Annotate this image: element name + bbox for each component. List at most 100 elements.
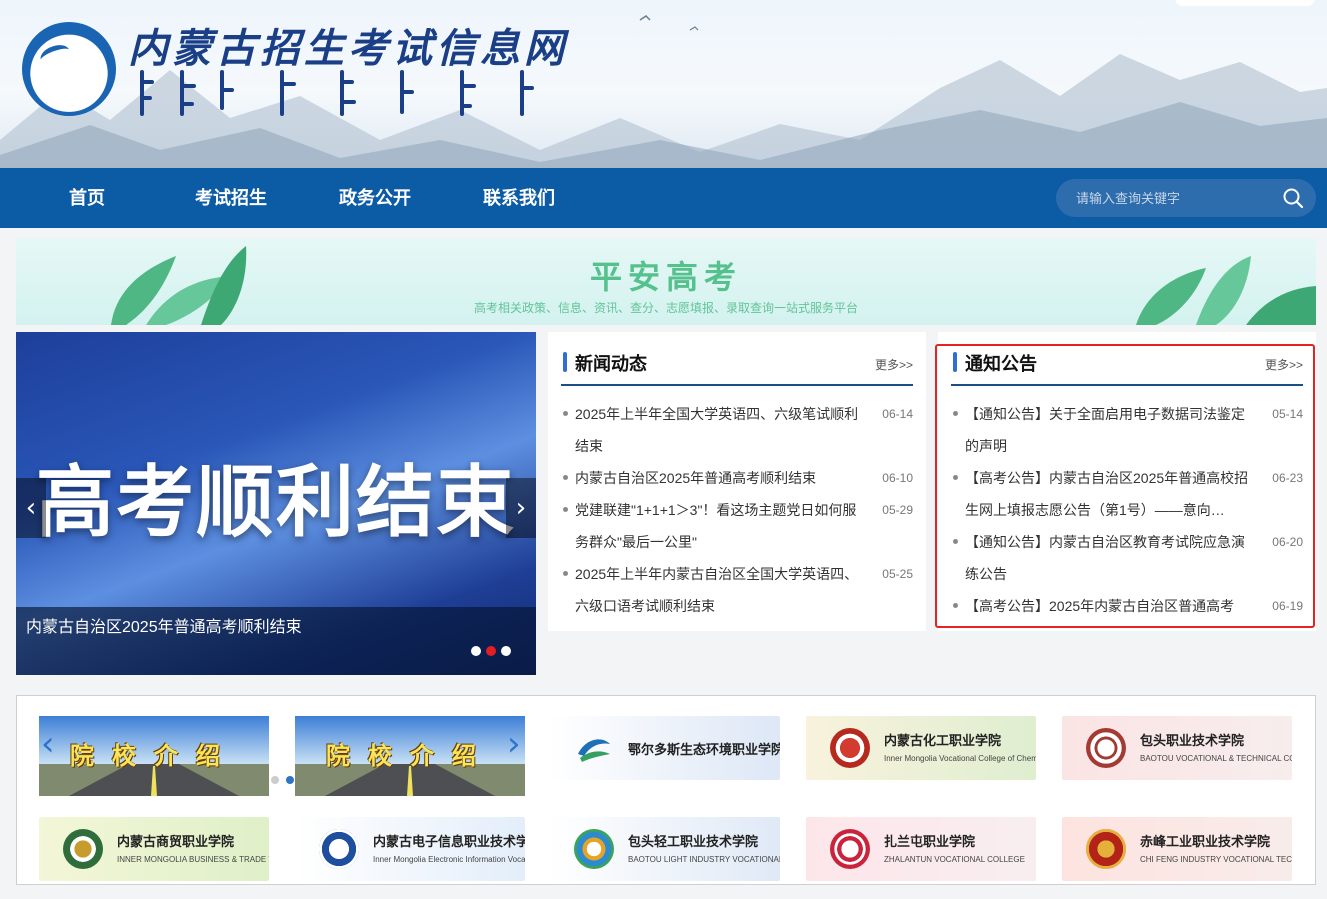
zhalantun-college-emblem-icon xyxy=(830,829,870,869)
site-title: 内蒙古招生考试信息网 xyxy=(128,25,568,72)
nav-item-contact-us[interactable]: 联系我们 xyxy=(483,168,555,228)
main-nav: 首页 考试招生 政务公开 联系我们 xyxy=(0,168,1327,228)
exam-authority-logo-icon[interactable] xyxy=(22,22,116,116)
college-name: 包头轻工职业技术学院 xyxy=(628,834,759,849)
college-intro-image[interactable]: 院校介绍 xyxy=(39,716,269,796)
notice-panel-header: 通知公告 更多>> xyxy=(951,344,1303,386)
light-industry-college-emblem-icon xyxy=(574,829,614,869)
news-panel-title: 新闻动态 xyxy=(575,354,647,374)
news-item-title[interactable]: 党建联建"1+1+1＞3"！看这场主题党日如何服务群众"最后一公里" xyxy=(575,494,863,558)
search-icon[interactable] xyxy=(1282,187,1304,209)
baotou-college-emblem-icon xyxy=(1086,728,1126,768)
news-item-title[interactable]: 内蒙古自治区2025年普通高考顺利结束 xyxy=(575,462,863,494)
slider-next-button[interactable]: › xyxy=(506,478,536,538)
college-intro-label: 院校介绍 xyxy=(70,744,238,770)
college-intro-label: 院校介绍 xyxy=(326,744,494,770)
college-name: 内蒙古电子信息职业技术学院 xyxy=(373,834,525,849)
slide-caption-bar: 内蒙古自治区2025年普通高考顺利结束 xyxy=(16,607,536,675)
college-card-baotou[interactable]: 包头职业技术学院 BAOTOU VOCATIONAL & TECHNICAL C… xyxy=(1062,716,1292,780)
slider-dot-3[interactable] xyxy=(501,646,511,656)
news-item-title[interactable]: 2025年上半年内蒙古自治区全国大学英语四、六级口语考试顺利结束 xyxy=(575,558,863,622)
college-subtitle: BAOTOU LIGHT INDUSTRY VOCATIONAL TECHNIC… xyxy=(628,855,780,864)
list-item[interactable]: 2025年上半年全国大学英语四、六级笔试顺利结束 06-14 xyxy=(561,398,913,462)
notice-item-date: 06-20 xyxy=(1272,535,1303,549)
college-subtitle: Inner Mongolia Vocational College of Che… xyxy=(884,754,1036,763)
college-name: 赤峰工业职业技术学院 xyxy=(1140,834,1271,849)
college-carousel-dot-1[interactable] xyxy=(271,776,279,784)
college-carousel-dot-2[interactable] xyxy=(286,776,294,784)
search-box xyxy=(1056,179,1316,217)
news-slider[interactable]: 高考顺利结束 ‹ › 内蒙古自治区2025年普通高考顺利结束 xyxy=(16,332,536,675)
college-name: 内蒙古商贸职业学院 xyxy=(117,834,235,849)
notice-panel-title: 通知公告 xyxy=(965,354,1037,374)
safe-exam-banner[interactable]: 平安高考 高考相关政策、信息、资讯、查分、志愿填报、录取查询一站式服务平台 xyxy=(16,238,1316,325)
chifeng-college-emblem-icon xyxy=(1086,829,1126,869)
college-intro-image[interactable]: 院校介绍 xyxy=(295,716,525,796)
college-subtitle: Inner Mongolia Electronic Information Vo… xyxy=(373,855,525,864)
college-card-electronic[interactable]: 内蒙古电子信息职业技术学院 Inner Mongolia Electronic … xyxy=(295,817,525,881)
nav-item-government-affairs[interactable]: 政务公开 xyxy=(339,168,411,228)
college-name: 鄂尔多斯生态环境职业学院 xyxy=(628,742,780,757)
news-item-date: 06-14 xyxy=(882,407,913,421)
college-name: 扎兰屯职业学院 xyxy=(884,834,976,849)
notice-panel: 通知公告 更多>> 【通知公告】关于全面启用电子数据司法鉴定的声明 05-14 … xyxy=(938,332,1316,631)
top-right-pill xyxy=(1175,0,1315,6)
list-item[interactable]: 党建联建"1+1+1＞3"！看这场主题党日如何服务群众"最后一公里" 05-29 xyxy=(561,494,913,558)
college-card-light-industry[interactable]: 包头轻工职业技术学院 BAOTOU LIGHT INDUSTRY VOCATIO… xyxy=(550,817,780,881)
banner-subtitle: 高考相关政策、信息、资讯、查分、志愿填报、录取查询一站式服务平台 xyxy=(473,301,858,315)
news-list: 2025年上半年全国大学英语四、六级笔试顺利结束 06-14 内蒙古自治区202… xyxy=(561,398,913,622)
news-item-date: 05-29 xyxy=(882,503,913,517)
college-card-business-trade[interactable]: 内蒙古商贸职业学院 INNER MONGOLIA BUSINESS & TRAD… xyxy=(39,817,269,881)
college-next-button[interactable]: › xyxy=(507,724,521,764)
slide-headline: 高考顺利结束 xyxy=(35,458,516,546)
slider-dot-2[interactable] xyxy=(486,646,496,656)
college-subtitle: ZHALANTUN VOCATIONAL COLLEGE xyxy=(884,855,1025,864)
college-subtitle: CHI FENG INDUSTRY VOCATIONAL TECHNOLOGY … xyxy=(1140,855,1292,864)
news-item-title[interactable]: 2025年上半年全国大学英语四、六级笔试顺利结束 xyxy=(575,398,863,462)
ordos-college-emblem-icon xyxy=(578,739,610,762)
nav-item-exam-enrollment[interactable]: 考试招生 xyxy=(195,168,267,228)
notice-list: 【通知公告】关于全面启用电子数据司法鉴定的声明 05-14 【高考公告】内蒙古自… xyxy=(951,398,1303,622)
college-links: 院校介绍 院校介绍 ‹ › 鄂尔多斯生态环境职业学院 内蒙古化工职业学院 Inn… xyxy=(16,695,1316,885)
electronic-college-emblem-icon xyxy=(319,829,359,869)
list-item[interactable]: 【通知公告】内蒙古自治区教育考试院应急演练公告 06-20 xyxy=(951,526,1303,590)
notice-item-title[interactable]: 【高考公告】2025年内蒙古自治区普通高考 xyxy=(965,590,1253,622)
news-item-date: 05-25 xyxy=(882,567,913,581)
college-card-ordos[interactable]: 鄂尔多斯生态环境职业学院 xyxy=(550,716,780,780)
notice-item-title[interactable]: 【通知公告】内蒙古自治区教育考试院应急演练公告 xyxy=(965,526,1253,590)
list-item[interactable]: 2025年上半年内蒙古自治区全国大学英语四、六级口语考试顺利结束 05-25 xyxy=(561,558,913,622)
list-item[interactable]: 【通知公告】关于全面启用电子数据司法鉴定的声明 05-14 xyxy=(951,398,1303,462)
college-name: 包头职业技术学院 xyxy=(1140,733,1245,748)
news-panel-header: 新闻动态 更多>> xyxy=(561,344,913,386)
notice-item-date: 06-19 xyxy=(1272,599,1303,613)
news-panel: 新闻动态 更多>> 2025年上半年全国大学英语四、六级笔试顺利结束 06-14… xyxy=(548,332,926,631)
title-bar-icon xyxy=(563,352,567,372)
search-input[interactable] xyxy=(1076,179,1276,217)
slider-dot-1[interactable] xyxy=(471,646,481,656)
site-header: 内蒙古招生考试信息网 xyxy=(0,0,1327,168)
slide-caption[interactable]: 内蒙古自治区2025年普通高考顺利结束 xyxy=(26,613,302,637)
college-subtitle: BAOTOU VOCATIONAL & TECHNICAL COLLEGE xyxy=(1140,754,1292,763)
notice-item-date: 05-14 xyxy=(1272,407,1303,421)
notice-item-title[interactable]: 【通知公告】关于全面启用电子数据司法鉴定的声明 xyxy=(965,398,1253,462)
college-card-zhalantun[interactable]: 扎兰屯职业学院 ZHALANTUN VOCATIONAL COLLEGE xyxy=(806,817,1036,881)
chemical-college-emblem-icon xyxy=(830,728,870,768)
list-item[interactable]: 内蒙古自治区2025年普通高考顺利结束 06-10 xyxy=(561,462,913,494)
mongolian-script-title-icon xyxy=(140,70,534,116)
notice-item-date: 06-23 xyxy=(1272,471,1303,485)
college-prev-button[interactable]: ‹ xyxy=(41,724,55,764)
news-item-date: 06-10 xyxy=(882,471,913,485)
college-name: 内蒙古化工职业学院 xyxy=(884,733,1002,748)
college-card-chifeng[interactable]: 赤峰工业职业技术学院 CHI FENG INDUSTRY VOCATIONAL … xyxy=(1062,817,1292,881)
slider-prev-button[interactable]: ‹ xyxy=(16,478,46,538)
banner-title: 平安高考 xyxy=(589,259,742,295)
nav-item-home[interactable]: 首页 xyxy=(69,168,105,228)
notice-more-link[interactable]: 更多>> xyxy=(1265,356,1303,373)
college-subtitle: INNER MONGOLIA BUSINESS & TRADE VOCATION… xyxy=(117,855,269,864)
list-item[interactable]: 【高考公告】2025年内蒙古自治区普通高考 06-19 xyxy=(951,590,1303,622)
news-more-link[interactable]: 更多>> xyxy=(875,356,913,373)
title-bar-icon xyxy=(953,352,957,372)
notice-item-title[interactable]: 【高考公告】内蒙古自治区2025年普通高校招生网上填报志愿公告（第1号）——意向… xyxy=(965,462,1253,526)
college-card-chemical[interactable]: 内蒙古化工职业学院 Inner Mongolia Vocational Coll… xyxy=(806,716,1036,780)
list-item[interactable]: 【高考公告】内蒙古自治区2025年普通高校招生网上填报志愿公告（第1号）——意向… xyxy=(951,462,1303,526)
